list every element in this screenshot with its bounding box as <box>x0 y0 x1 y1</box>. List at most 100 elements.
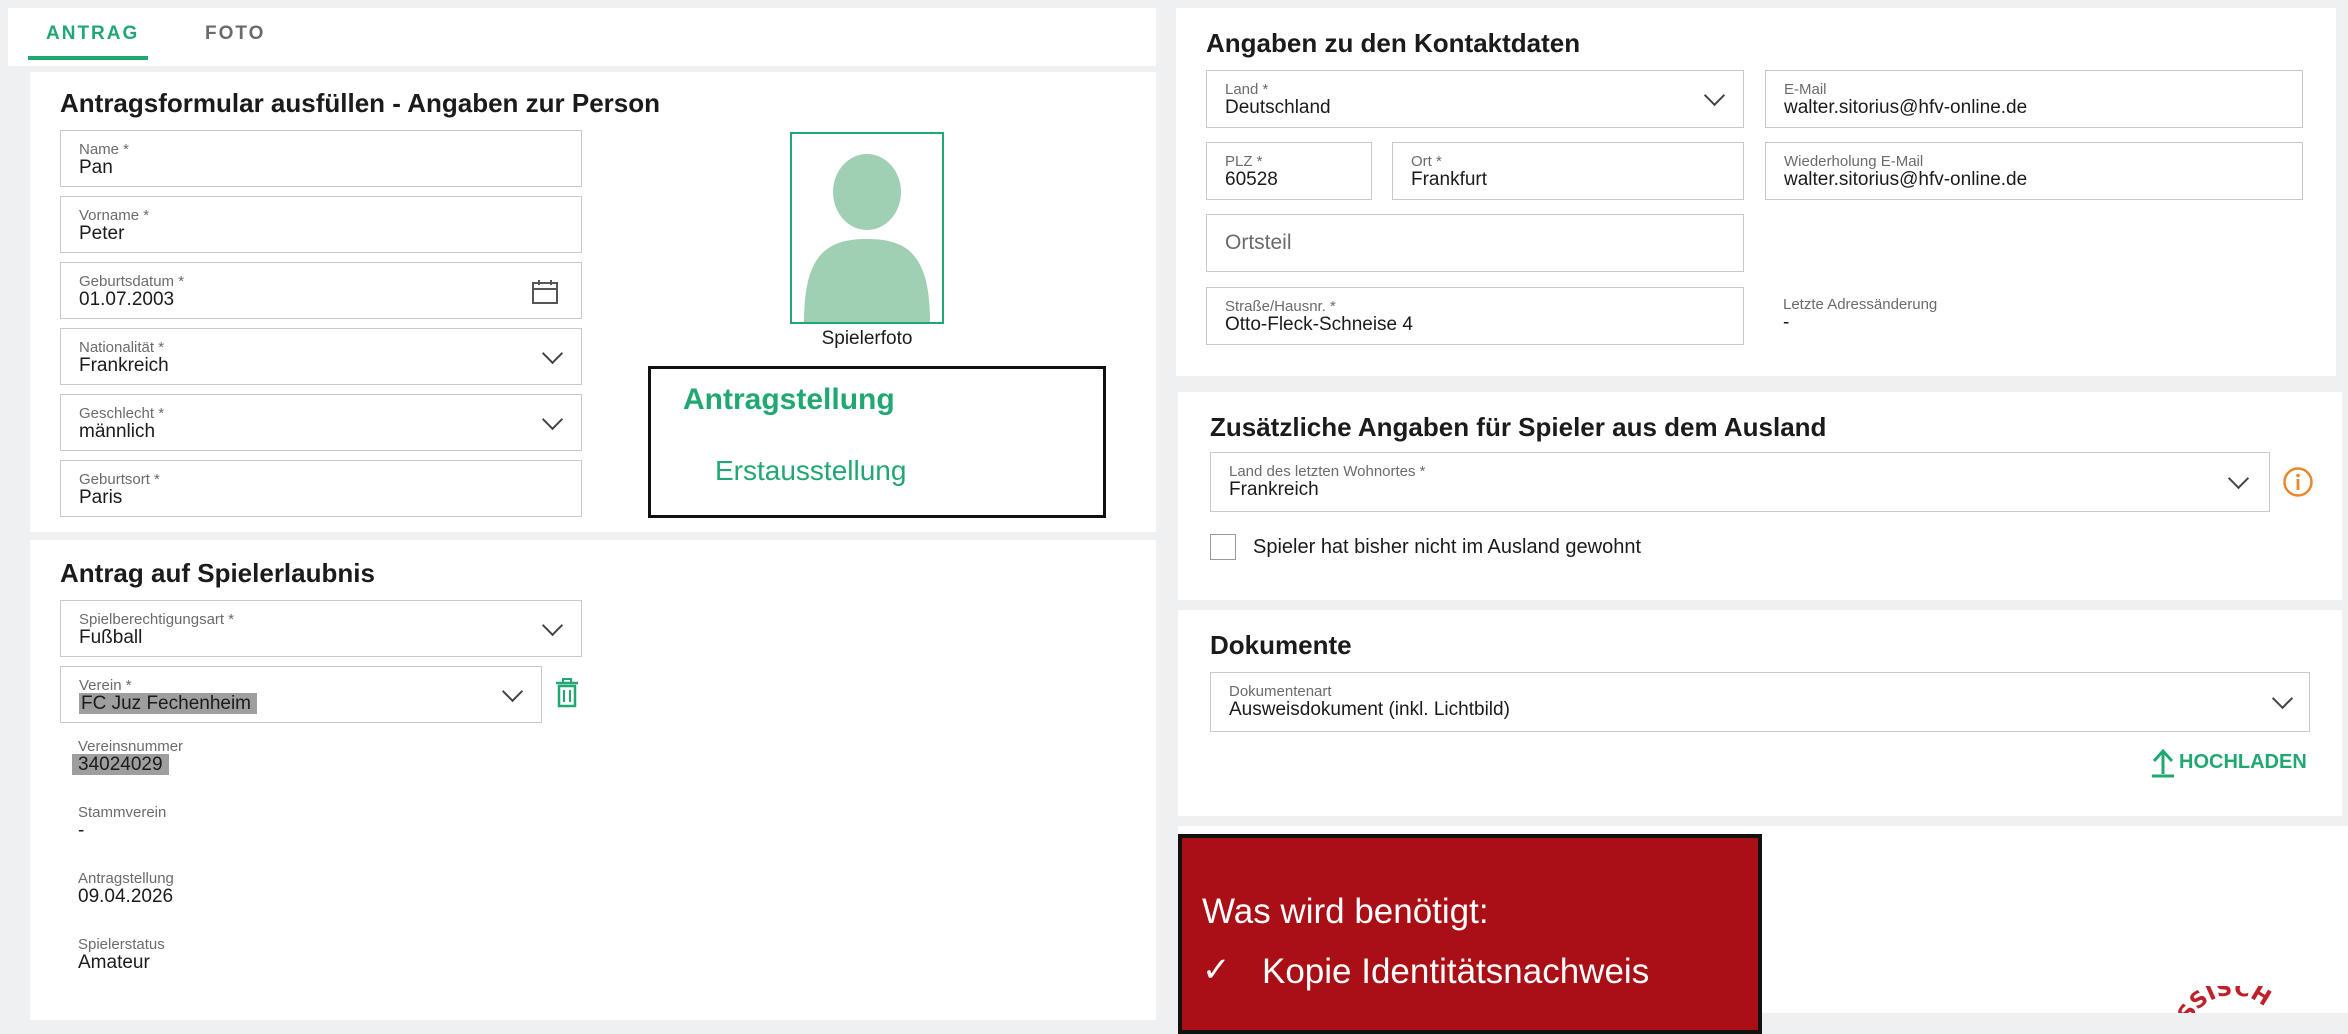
ausland-checkbox[interactable] <box>1210 534 1236 560</box>
association-seal-logo: ESSISCH <box>2176 986 2286 1013</box>
field-value: - <box>1783 312 1790 333</box>
info-icon[interactable] <box>2282 466 2314 498</box>
ausland-panel: Zusätzliche Angaben für Spieler aus dem … <box>1178 392 2342 600</box>
plz-field[interactable]: PLZ * 60528 <box>1206 142 1372 200</box>
field-value: Fußball <box>79 627 143 648</box>
tab-foto[interactable]: FOTO <box>205 23 265 45</box>
player-photo[interactable] <box>790 132 944 324</box>
dokumentenart-select[interactable]: Dokumentenart Ausweisdokument (inkl. Lic… <box>1210 672 2310 732</box>
field-label: Dokumentenart <box>1229 683 1332 700</box>
field-value: Peter <box>79 223 125 244</box>
ortsteil-field[interactable]: Ortsteil <box>1206 214 1744 272</box>
field-label: Verein * <box>79 677 132 694</box>
chevron-down-icon <box>541 342 564 365</box>
field-label: Ort * <box>1411 153 1442 170</box>
chevron-down-icon <box>501 680 524 703</box>
field-placeholder: Ortsteil <box>1225 231 1292 254</box>
tab-active-indicator <box>28 56 148 60</box>
verein-value: FC Juz Fechenheim <box>79 693 258 714</box>
tab-bar: ANTRAG FOTO <box>8 8 1156 66</box>
field-value: Frankreich <box>1229 479 1319 500</box>
field-value: 09.04.2026 <box>78 886 174 907</box>
antragstellung-box: Antragstellung Erstausstellung <box>648 366 1106 518</box>
field-value: Amateur <box>78 952 150 973</box>
field-value: FC Juz Fechenheim <box>79 693 258 715</box>
field-value: Ausweisdokument (inkl. Lichtbild) <box>1229 699 1510 720</box>
chevron-down-icon <box>2271 687 2294 710</box>
geburtsort-field[interactable]: Geburtsort * Paris <box>60 460 582 517</box>
field-label: Geburtsdatum * <box>79 273 185 290</box>
chevron-down-icon <box>1703 84 1726 107</box>
geburtsdatum-field[interactable]: Geburtsdatum * 01.07.2003 <box>60 262 582 319</box>
dokumente-panel: Dokumente Dokumentenart Ausweisdokument … <box>1178 610 2342 816</box>
field-label: PLZ * <box>1225 153 1263 170</box>
field-label: Vorname * <box>79 207 150 224</box>
field-label: Geschlecht * <box>79 405 165 422</box>
photo-caption: Spielerfoto <box>821 328 913 349</box>
chevron-down-icon <box>541 614 564 637</box>
callout-check-icon: ✓ <box>1202 951 1231 989</box>
ort-field[interactable]: Ort * Frankfurt <box>1392 142 1744 200</box>
field-value: Otto-Fleck-Schneise 4 <box>1225 314 1413 335</box>
land-wohnort-select[interactable]: Land des letzten Wohnortes * Frankreich <box>1210 452 2270 512</box>
field-label: Straße/Hausnr. * <box>1225 298 1336 315</box>
geschlecht-select[interactable]: Geschlecht * männlich <box>60 394 582 451</box>
field-value: Frankfurt <box>1411 169 1488 190</box>
field-label: Geburtsort * <box>79 471 160 488</box>
vorname-field[interactable]: Vorname * Peter <box>60 196 582 253</box>
field-value: Pan <box>79 157 113 178</box>
field-label: Spielerstatus <box>78 936 165 953</box>
kontakt-panel: Angaben zu den Kontaktdaten Land * Deuts… <box>1176 8 2336 376</box>
callout-item: Kopie Identitätsnachweis <box>1262 952 1650 991</box>
avatar-silhouette-icon <box>804 154 930 322</box>
field-value: - <box>78 820 85 841</box>
spielerlaubnis-panel: Antrag auf Spielerlaubnis Spielberechtig… <box>30 540 1156 1020</box>
field-value: 34024029 <box>72 754 169 776</box>
field-value: Paris <box>79 487 123 508</box>
field-label: E-Mail <box>1784 81 1827 98</box>
person-panel: Antragsformular ausfüllen - Angaben zur … <box>30 72 1156 532</box>
field-value: walter.sitorius@hfv-online.de <box>1784 97 2028 118</box>
trash-icon[interactable] <box>554 678 580 708</box>
section-title-spielerlaubnis: Antrag auf Spielerlaubnis <box>60 558 375 588</box>
antragstellung-title: Antragstellung <box>683 383 895 416</box>
section-title-ausland: Zusätzliche Angaben für Spieler aus dem … <box>1210 412 1827 442</box>
field-label: Land des letzten Wohnortes * <box>1229 463 1426 480</box>
seal-text: ESSISCH <box>2176 986 2275 1013</box>
field-label: Letzte Adressänderung <box>1783 296 1938 313</box>
calendar-icon[interactable] <box>531 279 559 305</box>
field-value: 01.07.2003 <box>79 289 175 310</box>
tab-antrag[interactable]: ANTRAG <box>46 23 139 45</box>
email-field[interactable]: E-Mail walter.sitorius@hfv-online.de <box>1765 70 2303 128</box>
vereinsnummer-value: 34024029 <box>72 754 169 775</box>
email-repeat-field[interactable]: Wiederholung E-Mail walter.sitorius@hfv-… <box>1765 142 2303 200</box>
antragstellung-value: Erstausstellung <box>715 455 907 486</box>
field-value: walter.sitorius@hfv-online.de <box>1784 169 2028 190</box>
checkbox-label: Spieler hat bisher nicht im Ausland gewo… <box>1253 536 1642 558</box>
section-title-kontakt: Angaben zu den Kontaktdaten <box>1206 28 1581 58</box>
spielberechtigungsart-select[interactable]: Spielberechtigungsart * Fußball <box>60 600 582 657</box>
strasse-field[interactable]: Straße/Hausnr. * Otto-Fleck-Schneise 4 <box>1206 287 1744 345</box>
field-label: Land * <box>1225 81 1269 98</box>
field-label: Name * <box>79 141 130 158</box>
page-title: Antragsformular ausfüllen - Angaben zur … <box>60 88 661 118</box>
svg-text:ESSISCH: ESSISCH <box>2176 986 2275 1013</box>
land-select[interactable]: Land * Deutschland <box>1206 70 1744 128</box>
verein-select[interactable]: Verein * FC Juz Fechenheim <box>60 666 542 723</box>
chevron-down-icon <box>541 408 564 431</box>
name-field[interactable]: Name * Pan <box>60 130 582 187</box>
nationalitaet-select[interactable]: Nationalität * Frankreich <box>60 328 582 385</box>
field-label: Antragstellung <box>78 870 174 887</box>
field-value: Deutschland <box>1225 97 1331 118</box>
upload-arrow-icon <box>2152 748 2174 778</box>
field-label: Vereinsnummer <box>78 738 184 755</box>
section-title-dokumente: Dokumente <box>1210 630 1352 660</box>
field-value: männlich <box>79 421 156 442</box>
field-label: Wiederholung E-Mail <box>1784 153 1924 170</box>
callout-title: Was wird benötigt: <box>1202 892 1489 931</box>
field-label: Stammverein <box>78 804 167 821</box>
field-label: Nationalität * <box>79 339 165 356</box>
requirements-callout: Was wird benötigt: ✓ Kopie Identitätsnac… <box>1178 834 1762 1034</box>
field-value: 60528 <box>1225 169 1278 190</box>
chevron-down-icon <box>2227 467 2250 490</box>
